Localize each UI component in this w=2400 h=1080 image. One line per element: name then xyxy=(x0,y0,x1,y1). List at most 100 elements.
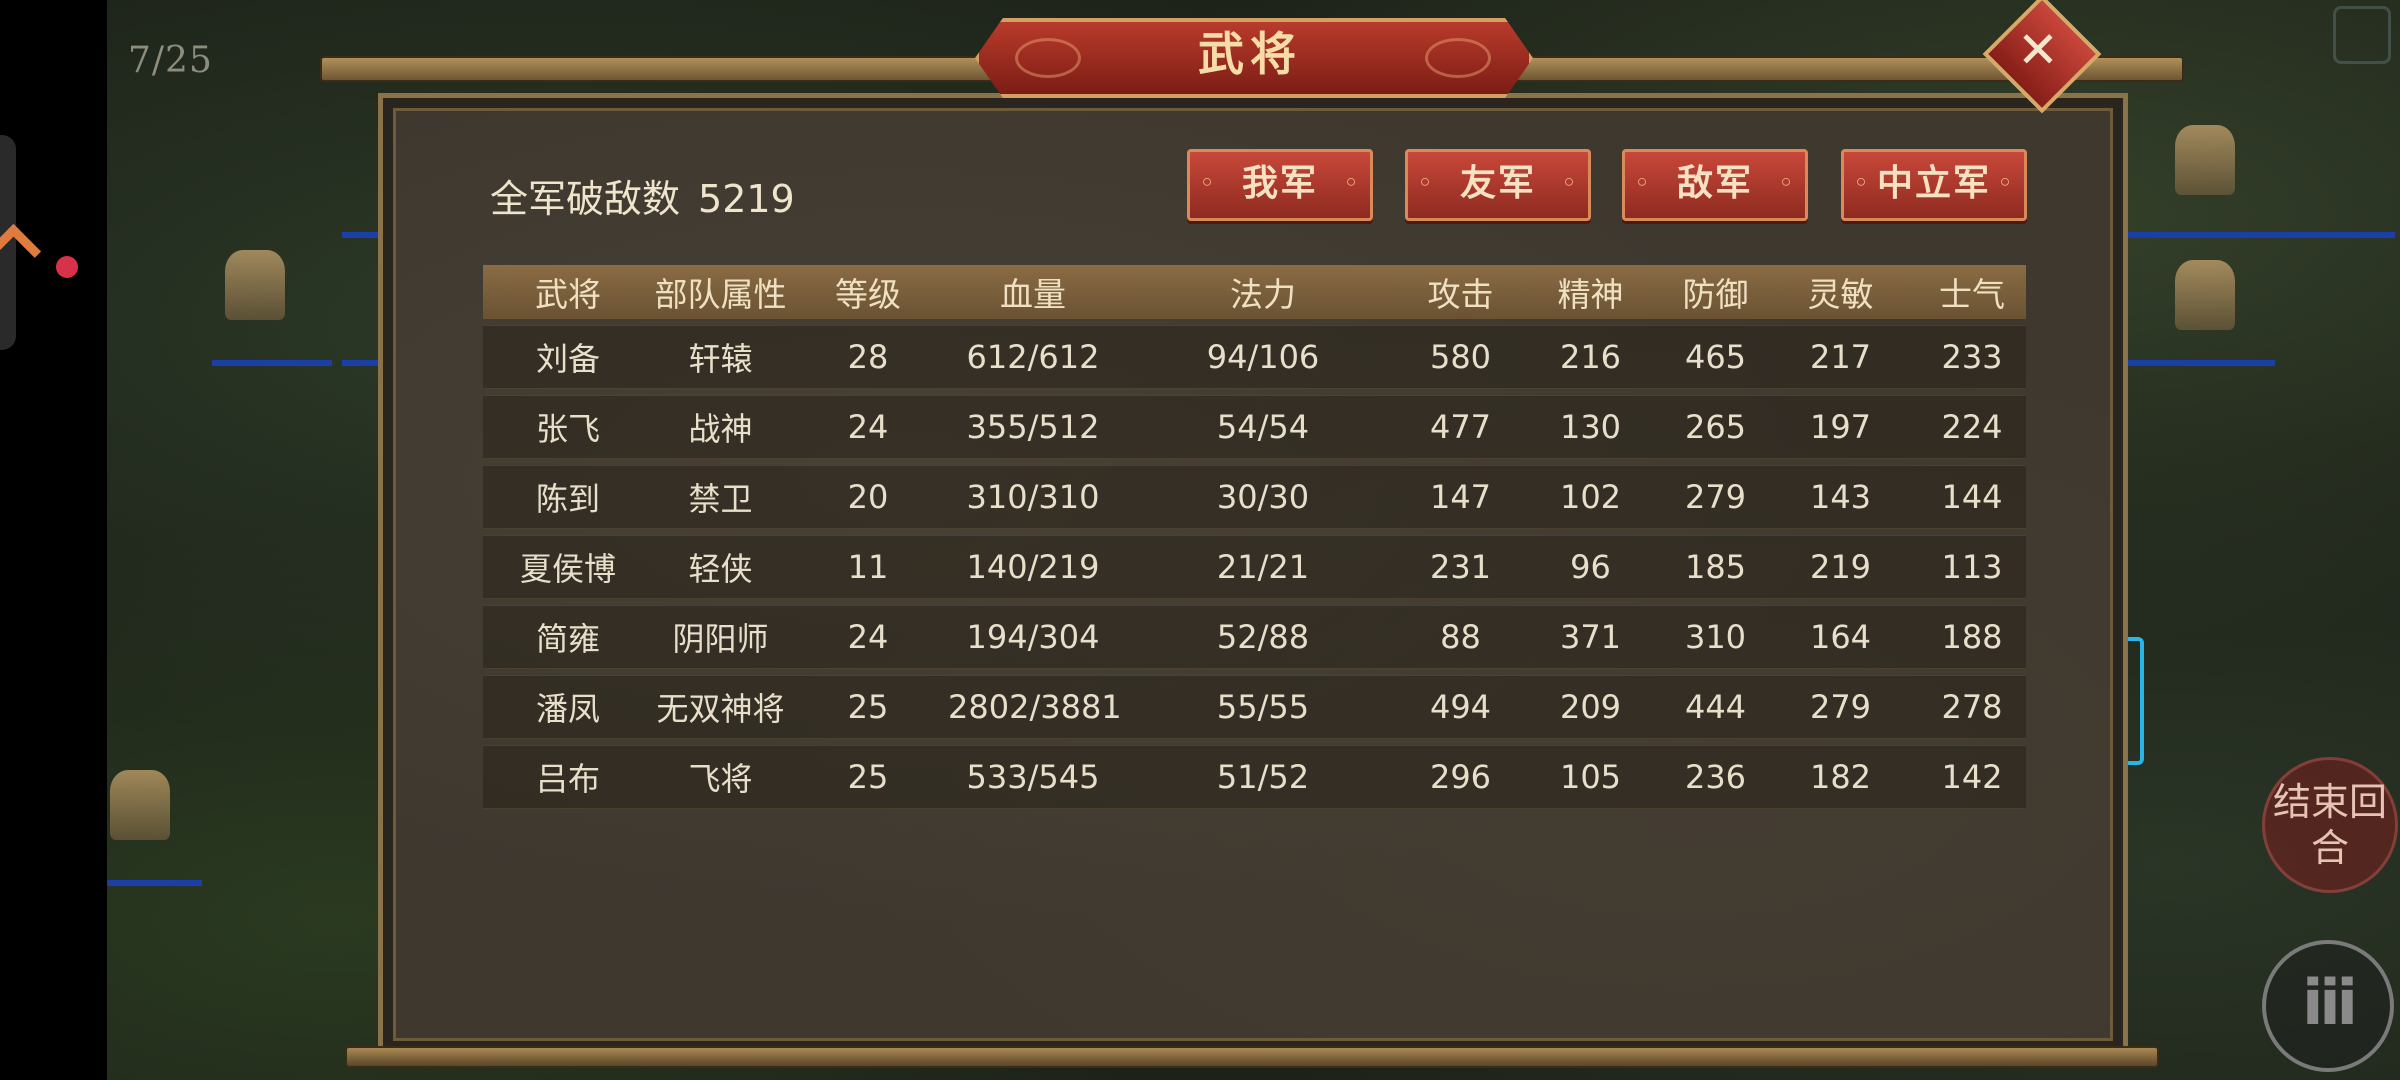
total-kills-label: 全军破敌数 xyxy=(490,177,681,221)
cell-defense: 444 xyxy=(1684,688,1747,726)
cell-agility: 164 xyxy=(1809,618,1872,656)
cell-spirit: 96 xyxy=(1570,548,1611,586)
cell-attack: 147 xyxy=(1429,478,1492,516)
infantry-unit-sprite[interactable] xyxy=(2175,260,2235,330)
menu-button[interactable]: iii xyxy=(2262,940,2394,1072)
cell-agility: 197 xyxy=(1809,408,1872,446)
infantry-unit-sprite[interactable] xyxy=(2175,125,2235,195)
col-header-level[interactable]: 等级 xyxy=(788,268,948,316)
cell-hp: 355/512 xyxy=(966,408,1100,446)
cell-hp: 533/545 xyxy=(966,758,1100,796)
cell-troop-type: 轩辕 xyxy=(688,340,753,378)
cell-general: 简雍 xyxy=(535,620,600,658)
cell-hp: 2802/3881 xyxy=(948,688,1122,726)
col-header-attack[interactable]: 攻击 xyxy=(1408,268,1513,316)
cell-spirit: 216 xyxy=(1559,338,1622,376)
cell-agility: 143 xyxy=(1809,478,1872,516)
tab-allied-army[interactable]: 友军 xyxy=(1405,149,1591,221)
table-row[interactable]: 吕布 飞将 25 533/545 51/52 296 105 236 182 1… xyxy=(483,745,2026,809)
cell-level: 28 xyxy=(847,338,889,376)
cell-mp: 51/52 xyxy=(1216,758,1310,796)
cell-morale: 188 xyxy=(1941,618,2003,656)
cell-mp: 30/30 xyxy=(1216,478,1310,516)
col-header-spirit[interactable]: 精神 xyxy=(1513,268,1668,316)
end-turn-button[interactable]: 结束回合 xyxy=(2262,757,2398,893)
cell-defense: 265 xyxy=(1684,408,1747,446)
tab-neutral-army[interactable]: 中立军 xyxy=(1841,149,2027,221)
close-icon[interactable]: ✕ xyxy=(2000,12,2076,88)
tab-our-army[interactable]: 我军 xyxy=(1187,149,1373,221)
cell-level: 24 xyxy=(847,618,889,656)
cell-attack: 88 xyxy=(1440,618,1481,656)
cell-morale: 144 xyxy=(1941,478,2003,516)
cell-defense: 185 xyxy=(1684,548,1747,586)
tab-enemy-army[interactable]: 敌军 xyxy=(1622,149,1808,221)
cell-troop-type: 禁卫 xyxy=(688,480,753,518)
cell-level: 11 xyxy=(847,548,889,586)
left-system-bar xyxy=(0,0,107,1080)
dialog-title: 武将 xyxy=(1198,27,1302,81)
col-header-general[interactable]: 武将 xyxy=(483,268,653,316)
cell-defense: 279 xyxy=(1684,478,1747,516)
cell-general: 刘备 xyxy=(535,340,600,378)
col-header-defense[interactable]: 防御 xyxy=(1668,268,1763,316)
cell-defense: 310 xyxy=(1684,618,1747,656)
table-row[interactable]: 陈到 禁卫 20 310/310 30/30 147 102 279 143 1… xyxy=(483,465,2026,529)
turn-counter: 7/25 xyxy=(128,40,213,81)
cell-attack: 580 xyxy=(1429,338,1492,376)
cell-attack: 296 xyxy=(1429,758,1492,796)
unit-hp-bar xyxy=(107,880,202,886)
cell-level: 20 xyxy=(847,478,889,516)
unit-hp-bar xyxy=(212,360,332,366)
cell-spirit: 209 xyxy=(1559,688,1622,726)
unit-hp-bar xyxy=(2125,232,2395,238)
cell-morale: 278 xyxy=(1941,688,2003,726)
table-header: 武将 部队属性 等级 血量 法力 攻击 精神 防御 灵敏 士气 xyxy=(483,265,2026,319)
cell-level: 25 xyxy=(847,758,889,796)
cell-agility: 219 xyxy=(1809,548,1872,586)
col-header-troop-type[interactable]: 部队属性 xyxy=(653,268,788,316)
unit-hp-bar xyxy=(342,360,378,366)
cell-morale: 113 xyxy=(1941,548,2003,586)
cell-mp: 94/106 xyxy=(1206,338,1320,376)
unit-hp-bar xyxy=(2125,360,2275,366)
cell-morale: 142 xyxy=(1941,758,2003,796)
col-header-hp[interactable]: 血量 xyxy=(948,268,1118,316)
table-row[interactable]: 刘备 轩辕 28 612/612 94/106 580 216 465 217 … xyxy=(483,325,2026,389)
cavalry-unit-sprite[interactable] xyxy=(110,770,170,840)
cavalry-unit-sprite[interactable] xyxy=(225,250,285,320)
cell-morale: 233 xyxy=(1941,338,2003,376)
cell-general: 陈到 xyxy=(535,480,600,518)
table-row[interactable]: 夏侯博 轻侠 11 140/219 21/21 231 96 185 219 1… xyxy=(483,535,2026,599)
cell-mp: 52/88 xyxy=(1216,618,1310,656)
dialog-bottom-rail xyxy=(345,1046,2159,1068)
total-kills: 全军破敌数 5219 xyxy=(490,168,813,223)
cell-general: 夏侯博 xyxy=(519,550,616,588)
cell-attack: 494 xyxy=(1429,688,1492,726)
cell-general: 潘凤 xyxy=(535,690,600,728)
cell-morale: 224 xyxy=(1941,408,2003,446)
cell-troop-type: 阴阳师 xyxy=(672,620,769,658)
cell-troop-type: 无双神将 xyxy=(656,690,785,728)
cell-defense: 236 xyxy=(1684,758,1747,796)
cell-troop-type: 轻侠 xyxy=(688,550,753,588)
table-row[interactable]: 张飞 战神 24 355/512 54/54 477 130 265 197 2… xyxy=(483,395,2026,459)
minimap-icon[interactable] xyxy=(2333,6,2391,64)
cell-hp: 310/310 xyxy=(966,478,1100,516)
cell-hp: 194/304 xyxy=(966,618,1100,656)
cell-mp: 54/54 xyxy=(1216,408,1310,446)
cell-troop-type: 战神 xyxy=(688,410,753,448)
table-row[interactable]: 简雍 阴阳师 24 194/304 52/88 88 371 310 164 1… xyxy=(483,605,2026,669)
unit-hp-bar xyxy=(342,232,378,238)
cell-spirit: 102 xyxy=(1559,478,1622,516)
cell-agility: 182 xyxy=(1809,758,1872,796)
cell-spirit: 130 xyxy=(1559,408,1622,446)
col-header-agility[interactable]: 灵敏 xyxy=(1763,268,1918,316)
record-indicator-icon xyxy=(56,256,78,278)
cell-agility: 279 xyxy=(1809,688,1872,726)
cell-spirit: 371 xyxy=(1559,618,1622,656)
col-header-mp[interactable]: 法力 xyxy=(1118,268,1408,316)
cell-mp: 21/21 xyxy=(1216,548,1310,586)
table-row[interactable]: 潘凤 无双神将 25 2802/3881 55/55 494 209 444 2… xyxy=(483,675,2026,739)
col-header-morale[interactable]: 士气 xyxy=(1918,268,2026,316)
